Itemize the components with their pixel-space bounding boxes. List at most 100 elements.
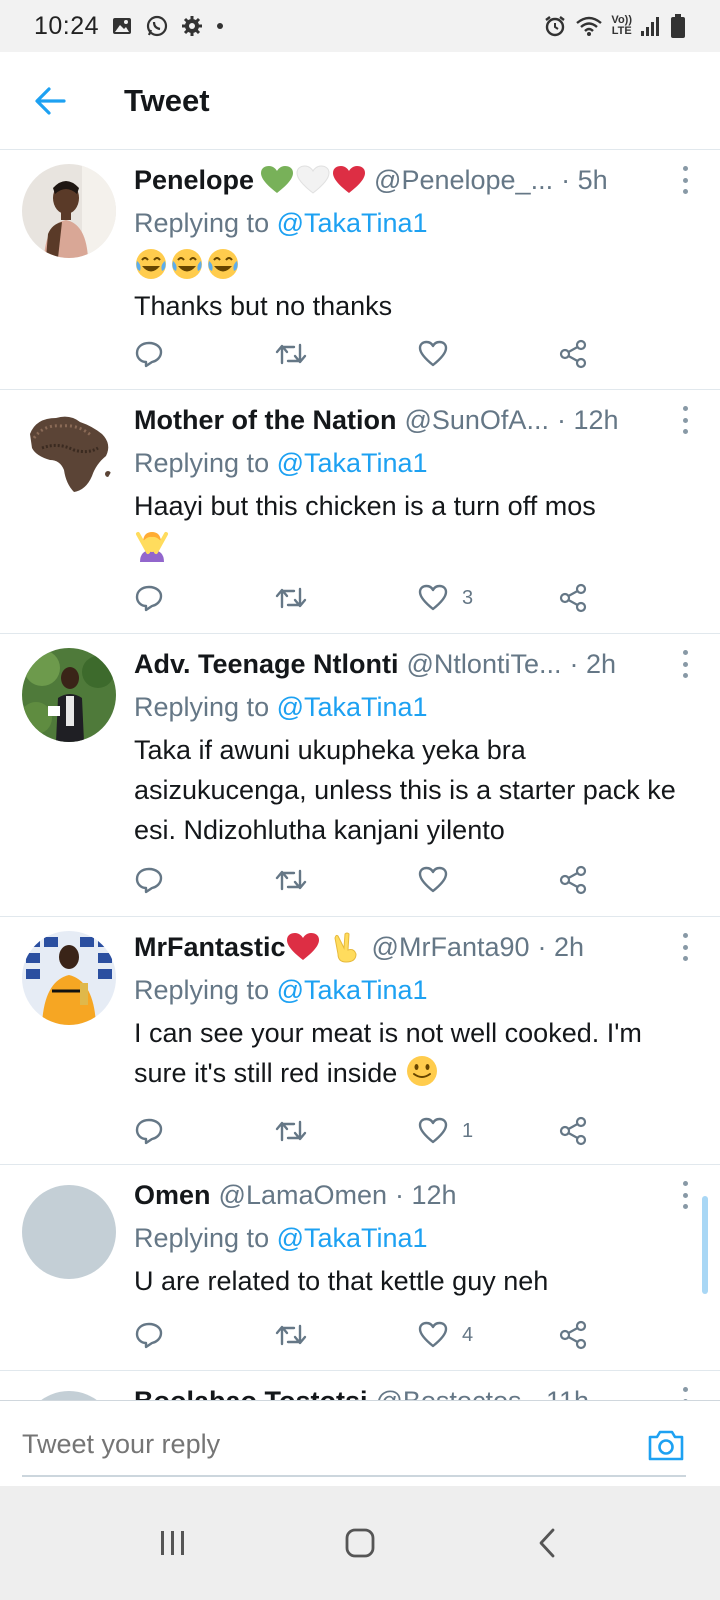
top-app-bar: Tweet: [0, 52, 720, 150]
share-icon: [559, 1116, 587, 1146]
tweet-actions: 1: [134, 1111, 614, 1151]
like-count: 4: [462, 1323, 474, 1346]
more-options-button[interactable]: [678, 166, 692, 194]
like-button[interactable]: 3: [418, 578, 473, 618]
status-bar: 10:24 Vo)) LTE: [0, 0, 720, 52]
tweet-actions: 3: [134, 578, 614, 618]
mention-link[interactable]: @TakaTina1: [277, 208, 428, 238]
mention-link[interactable]: @TakaTina1: [277, 1223, 428, 1253]
reply-tweet[interactable]: Omen @LamaOmen · 12h Replying to @TakaTi…: [0, 1165, 720, 1371]
mention-link[interactable]: @TakaTina1: [277, 448, 428, 478]
retweet-button[interactable]: [274, 860, 308, 900]
heart-icon: [418, 1117, 448, 1144]
replying-to: Replying to @TakaTina1: [134, 1223, 428, 1253]
author-name[interactable]: Penelope: [134, 165, 254, 196]
reply-tweet[interactable]: Penelope @Penelope_... · 5h Replying to …: [0, 150, 720, 390]
more-options-button[interactable]: [678, 933, 692, 961]
name-emojis: [286, 930, 364, 964]
heart-icon: [418, 1321, 448, 1348]
reply-icon: [135, 341, 163, 368]
home-button[interactable]: [320, 1513, 400, 1573]
retweet-icon: [275, 587, 307, 609]
heart-icon: [418, 340, 448, 367]
red-heart-icon: [333, 166, 366, 193]
author-name[interactable]: MrFantastic: [134, 932, 286, 963]
replies-list[interactable]: Penelope @Penelope_... · 5h Replying to …: [0, 150, 720, 1426]
share-button[interactable]: [558, 1111, 588, 1151]
replying-to: Replying to @TakaTina1: [134, 975, 428, 1005]
retweet-button[interactable]: [274, 1315, 308, 1355]
battery-icon: [670, 13, 686, 39]
scrollbar-thumb[interactable]: [702, 1196, 708, 1294]
tweet-text: U are related to that kettle guy neh: [134, 1266, 549, 1296]
wifi-icon: [575, 15, 603, 37]
tweet-actions: [134, 860, 614, 900]
like-button[interactable]: [418, 860, 462, 900]
recent-apps-button[interactable]: [133, 1513, 213, 1573]
replying-to: Replying to @TakaTina1: [134, 448, 428, 478]
like-button[interactable]: [418, 334, 462, 374]
slightly-smiling-face-emoji-icon: [406, 1056, 437, 1086]
more-options-button[interactable]: [678, 650, 692, 678]
like-button[interactable]: 4: [418, 1315, 473, 1355]
share-button[interactable]: [558, 1315, 588, 1355]
tweet-text: I can see your meat is not well cooked. …: [134, 1018, 642, 1088]
like-button[interactable]: 1: [418, 1111, 473, 1151]
reply-icon: [135, 1322, 163, 1349]
signal-strength-icon: [640, 15, 662, 37]
share-icon: [559, 1320, 587, 1350]
home-icon: [345, 1528, 375, 1558]
red-heart-icon: [286, 933, 319, 960]
author-name[interactable]: Adv. Teenage Ntlonti: [134, 649, 399, 680]
reply-button[interactable]: [134, 860, 164, 900]
whatsapp-notification-icon: [145, 14, 169, 38]
author-name[interactable]: Mother of the Nation: [134, 405, 396, 436]
network-type-label: Vo)) LTE: [611, 14, 632, 37]
reply-icon: [135, 1118, 163, 1145]
tweet-actions: 4: [134, 1315, 614, 1355]
mention-link[interactable]: @TakaTina1: [277, 975, 428, 1005]
back-button[interactable]: [0, 52, 100, 150]
reply-input[interactable]: [22, 1419, 612, 1469]
avatar[interactable]: [22, 1185, 116, 1279]
tweet-emojis: [134, 526, 700, 566]
tweet-time: · 2h: [537, 931, 585, 962]
reply-tweet[interactable]: MrFantastic @MrFanta90 · 2h Replying to …: [0, 917, 720, 1165]
back-nav-button[interactable]: [507, 1513, 587, 1573]
page-title: Tweet: [124, 82, 210, 118]
reply-composer: [0, 1400, 720, 1486]
share-button[interactable]: [558, 578, 588, 618]
settings-notification-icon: [181, 15, 203, 37]
reply-button[interactable]: [134, 1111, 164, 1151]
avatar[interactable]: [22, 931, 116, 1025]
share-button[interactable]: [558, 334, 588, 374]
avatar[interactable]: [22, 648, 116, 742]
like-count: 3: [462, 586, 474, 609]
reply-input-underline: [22, 1475, 686, 1477]
author-name[interactable]: Omen: [134, 1180, 211, 1211]
replying-to: Replying to @TakaTina1: [134, 692, 428, 722]
heart-icon: [418, 584, 448, 611]
reply-button[interactable]: [134, 1315, 164, 1355]
green-heart-icon: [261, 166, 294, 193]
avatar[interactable]: [22, 404, 116, 498]
gallery-notification-icon: [111, 15, 133, 37]
more-options-button[interactable]: [678, 1181, 692, 1209]
retweet-button[interactable]: [274, 578, 308, 618]
reply-tweet[interactable]: Adv. Teenage Ntlonti @NtlontiTe... · 2h …: [0, 634, 720, 917]
tweet-time: · 5h: [561, 164, 608, 195]
tweet-text: Taka if awuni ukupheka yeka bra asizukuc…: [134, 735, 676, 845]
reply-button[interactable]: [134, 334, 164, 374]
reply-tweet[interactable]: Mother of the Nation @SunOfA... · 12h Re…: [0, 390, 720, 634]
avatar[interactable]: [22, 164, 116, 258]
camera-button[interactable]: [646, 1425, 686, 1465]
victory-hand-icon: [334, 932, 357, 963]
reply-button[interactable]: [134, 578, 164, 618]
woman-gesturing-no-emoji-icon: [136, 532, 168, 562]
like-count: 1: [462, 1119, 474, 1142]
share-button[interactable]: [558, 860, 588, 900]
mention-link[interactable]: @TakaTina1: [277, 692, 428, 722]
more-options-button[interactable]: [678, 406, 692, 434]
retweet-button[interactable]: [274, 1111, 308, 1151]
retweet-button[interactable]: [274, 334, 308, 374]
